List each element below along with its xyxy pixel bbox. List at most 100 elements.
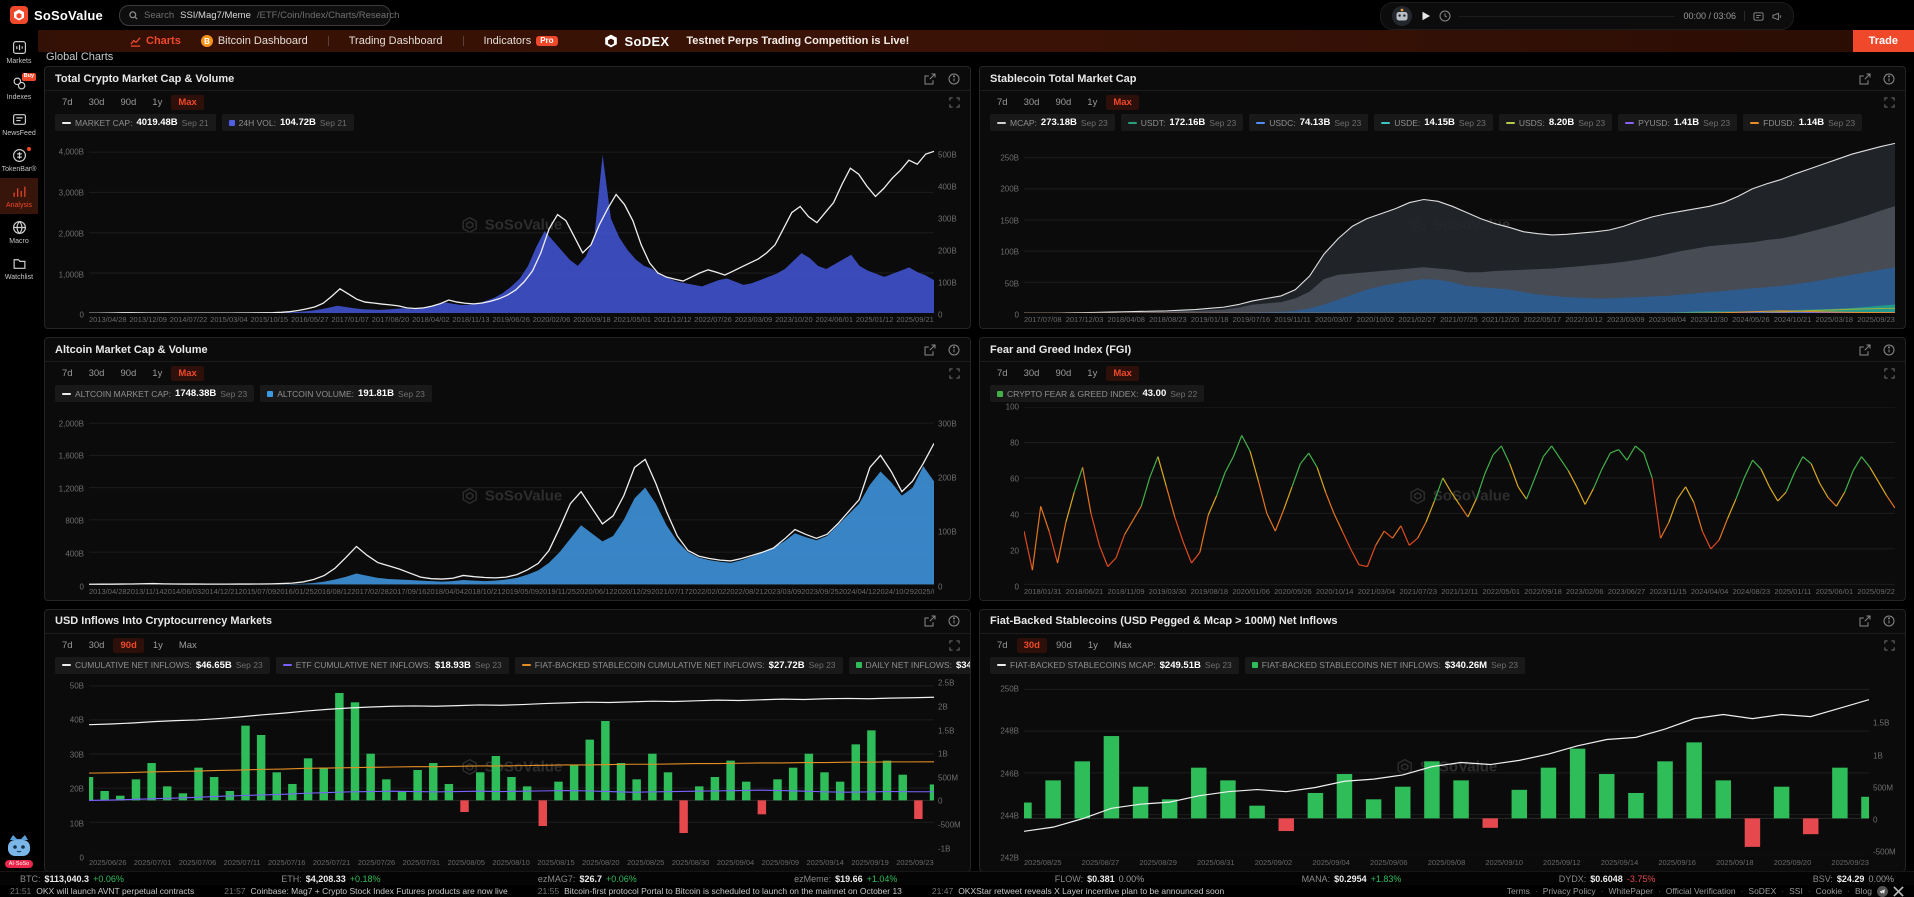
- info-icon[interactable]: [948, 344, 960, 356]
- info-icon[interactable]: [948, 73, 960, 85]
- legend-chip[interactable]: DAILY NET INFLOWS:$340.26MSep 23: [849, 657, 970, 674]
- info-icon[interactable]: [1883, 344, 1895, 356]
- ticker-item-ezmag7[interactable]: ezMAG7:$26.7+0.06%: [538, 874, 637, 884]
- tab-bitcoin-dashboard[interactable]: BBitcoin Dashboard: [201, 35, 308, 47]
- telegram-icon[interactable]: [1877, 886, 1888, 897]
- info-icon[interactable]: [1883, 73, 1895, 85]
- news-item[interactable]: 21:51OKX will launch AVNT perpetual cont…: [10, 886, 194, 896]
- range-button-30d[interactable]: 30d: [82, 638, 112, 653]
- footer-link-cookie[interactable]: Cookie: [1816, 886, 1842, 896]
- ticker-item-dydx[interactable]: DYDX:$0.6048-3.75%: [1559, 874, 1656, 884]
- chart-plot-area[interactable]: SoSoValue: [1024, 679, 1869, 856]
- tab-trading-dashboard[interactable]: Trading Dashboard: [349, 35, 443, 47]
- range-button-1y[interactable]: 1y: [1080, 366, 1104, 381]
- footer-link-privacy-policy[interactable]: Privacy Policy: [1543, 886, 1596, 896]
- sidebar-item-watchlist[interactable]: Watchlist: [0, 250, 38, 286]
- ticker-item-mana[interactable]: MANA:$0.2954+1.83%: [1302, 874, 1402, 884]
- chart-plot-area[interactable]: SoSoValue: [1024, 407, 1895, 584]
- legend-chip[interactable]: FIAT-BACKED STABLECOIN CUMULATIVE NET IN…: [515, 657, 843, 674]
- ticker-item-ezmeme[interactable]: ezMeme:$19.66+1.04%: [794, 874, 897, 884]
- range-button-1y[interactable]: 1y: [145, 366, 169, 381]
- info-icon[interactable]: [948, 615, 960, 627]
- fullscreen-icon[interactable]: [1884, 368, 1895, 379]
- chart-plot-area[interactable]: SoSoValue: [89, 679, 934, 856]
- legend-chip[interactable]: CUMULATIVE NET INFLOWS:$46.65BSep 23: [55, 657, 270, 674]
- footer-link-ssi[interactable]: SSI: [1789, 886, 1803, 896]
- range-button-30d[interactable]: 30d: [82, 95, 112, 110]
- legend-chip[interactable]: 24H VOL:104.72BSep 21: [222, 114, 354, 131]
- sidebar-item-markets[interactable]: Markets: [0, 34, 38, 70]
- range-button-90d[interactable]: 90d: [1048, 366, 1078, 381]
- range-button-max[interactable]: Max: [172, 638, 204, 653]
- legend-chip[interactable]: ETF CUMULATIVE NET INFLOWS:$18.93BSep 23: [276, 657, 509, 674]
- legend-chip[interactable]: FDUSD:1.14BSep 23: [1743, 114, 1862, 131]
- sodex-banner[interactable]: SoDEX Testnet Perps Trading Competition …: [604, 34, 910, 49]
- ticker-item-flow[interactable]: FLOW:$0.3810.00%: [1055, 874, 1144, 884]
- legend-chip[interactable]: ALTCOIN MARKET CAP:1748.38BSep 23: [55, 385, 254, 402]
- ticker-item-eth[interactable]: ETH:$4,208.33+0.18%: [281, 874, 380, 884]
- legend-chip[interactable]: ALTCOIN VOLUME:191.81BSep 23: [260, 385, 432, 402]
- ticker-item-btc[interactable]: BTC:$113,040.3+0.06%: [20, 874, 124, 884]
- share-icon[interactable]: [1859, 73, 1871, 85]
- news-item[interactable]: 21:55Bitcoin-first protocol Portal to Bi…: [538, 886, 902, 896]
- trade-button[interactable]: Trade: [1853, 30, 1914, 52]
- footer-link-sodex[interactable]: SoDEX: [1748, 886, 1776, 896]
- share-icon[interactable]: [1859, 344, 1871, 356]
- legend-chip[interactable]: FIAT-BACKED STABLECOINS MCAP:$249.51BSep…: [990, 657, 1239, 674]
- sidebar-item-newsfeed[interactable]: NewsFeed: [0, 106, 38, 142]
- legend-chip[interactable]: CRYPTO FEAR & GREED INDEX:43.00Sep 22: [990, 385, 1204, 402]
- share-icon[interactable]: [924, 615, 936, 627]
- range-button-max[interactable]: Max: [171, 366, 203, 381]
- range-button-90d[interactable]: 90d: [113, 95, 143, 110]
- range-button-30d[interactable]: 30d: [82, 366, 112, 381]
- range-button-1y[interactable]: 1y: [146, 638, 170, 653]
- voice-icon[interactable]: [1772, 11, 1783, 22]
- sidebar-item-macro[interactable]: Macro: [0, 214, 38, 250]
- range-button-30d[interactable]: 30d: [1017, 638, 1047, 653]
- range-button-7d[interactable]: 7d: [55, 638, 80, 653]
- fullscreen-icon[interactable]: [1884, 640, 1895, 651]
- range-button-7d[interactable]: 7d: [990, 366, 1015, 381]
- range-button-7d[interactable]: 7d: [55, 95, 80, 110]
- share-icon[interactable]: [924, 73, 936, 85]
- chart-plot-area[interactable]: SoSoValue: [1024, 136, 1895, 313]
- playback-speed-icon[interactable]: [1439, 10, 1451, 22]
- fullscreen-icon[interactable]: [1884, 97, 1895, 108]
- sidebar-item-analysis[interactable]: Analysis: [0, 178, 38, 214]
- range-button-max[interactable]: Max: [1107, 638, 1139, 653]
- range-button-30d[interactable]: 30d: [1017, 366, 1047, 381]
- sidebar-item-indexes[interactable]: IndexesBuy: [0, 70, 38, 106]
- range-button-max[interactable]: Max: [171, 95, 203, 110]
- range-button-7d[interactable]: 7d: [990, 95, 1015, 110]
- legend-chip[interactable]: USDC:74.13BSep 23: [1249, 114, 1368, 131]
- news-item[interactable]: 21:57Coinbase: Mag7 + Crypto Stock Index…: [224, 886, 508, 896]
- playlist-icon[interactable]: [1753, 11, 1764, 22]
- search-input[interactable]: Search SSI/Mag7/Meme/ETF/Coin/Index/Char…: [119, 5, 391, 26]
- ticker-item-bsv[interactable]: BSV:$24.290.00%: [1813, 874, 1894, 884]
- range-button-1y[interactable]: 1y: [1080, 95, 1104, 110]
- footer-link-blog[interactable]: Blog: [1855, 886, 1872, 896]
- info-icon[interactable]: [1883, 615, 1895, 627]
- legend-chip[interactable]: USDS:8.20BSep 23: [1499, 114, 1612, 131]
- share-icon[interactable]: [1859, 615, 1871, 627]
- legend-chip[interactable]: MARKET CAP:4019.48BSep 21: [55, 114, 216, 131]
- legend-chip[interactable]: MCAP:273.18BSep 23: [990, 114, 1115, 131]
- tab-charts[interactable]: Charts: [130, 35, 181, 47]
- fullscreen-icon[interactable]: [949, 97, 960, 108]
- sidebar-item-tokenbar[interactable]: TokenBar®: [0, 142, 38, 178]
- news-item[interactable]: 21:47OKXStar retweet reveals X Layer inc…: [932, 886, 1224, 896]
- legend-chip[interactable]: USDT:172.16BSep 23: [1121, 114, 1243, 131]
- range-button-7d[interactable]: 7d: [990, 638, 1015, 653]
- ai-mascot[interactable]: AI·SoSo: [0, 834, 38, 872]
- range-button-7d[interactable]: 7d: [55, 366, 80, 381]
- player-progress-track[interactable]: [1459, 16, 1675, 17]
- range-button-90d[interactable]: 90d: [113, 638, 143, 653]
- range-button-90d[interactable]: 90d: [1049, 638, 1079, 653]
- legend-chip[interactable]: FIAT-BACKED STABLECOINS NET INFLOWS:$340…: [1245, 657, 1525, 674]
- range-button-1y[interactable]: 1y: [1081, 638, 1105, 653]
- range-button-90d[interactable]: 90d: [1048, 95, 1078, 110]
- footer-link-terms[interactable]: Terms: [1507, 886, 1530, 896]
- fullscreen-icon[interactable]: [949, 640, 960, 651]
- share-icon[interactable]: [924, 344, 936, 356]
- chart-plot-area[interactable]: SoSoValue: [89, 136, 934, 313]
